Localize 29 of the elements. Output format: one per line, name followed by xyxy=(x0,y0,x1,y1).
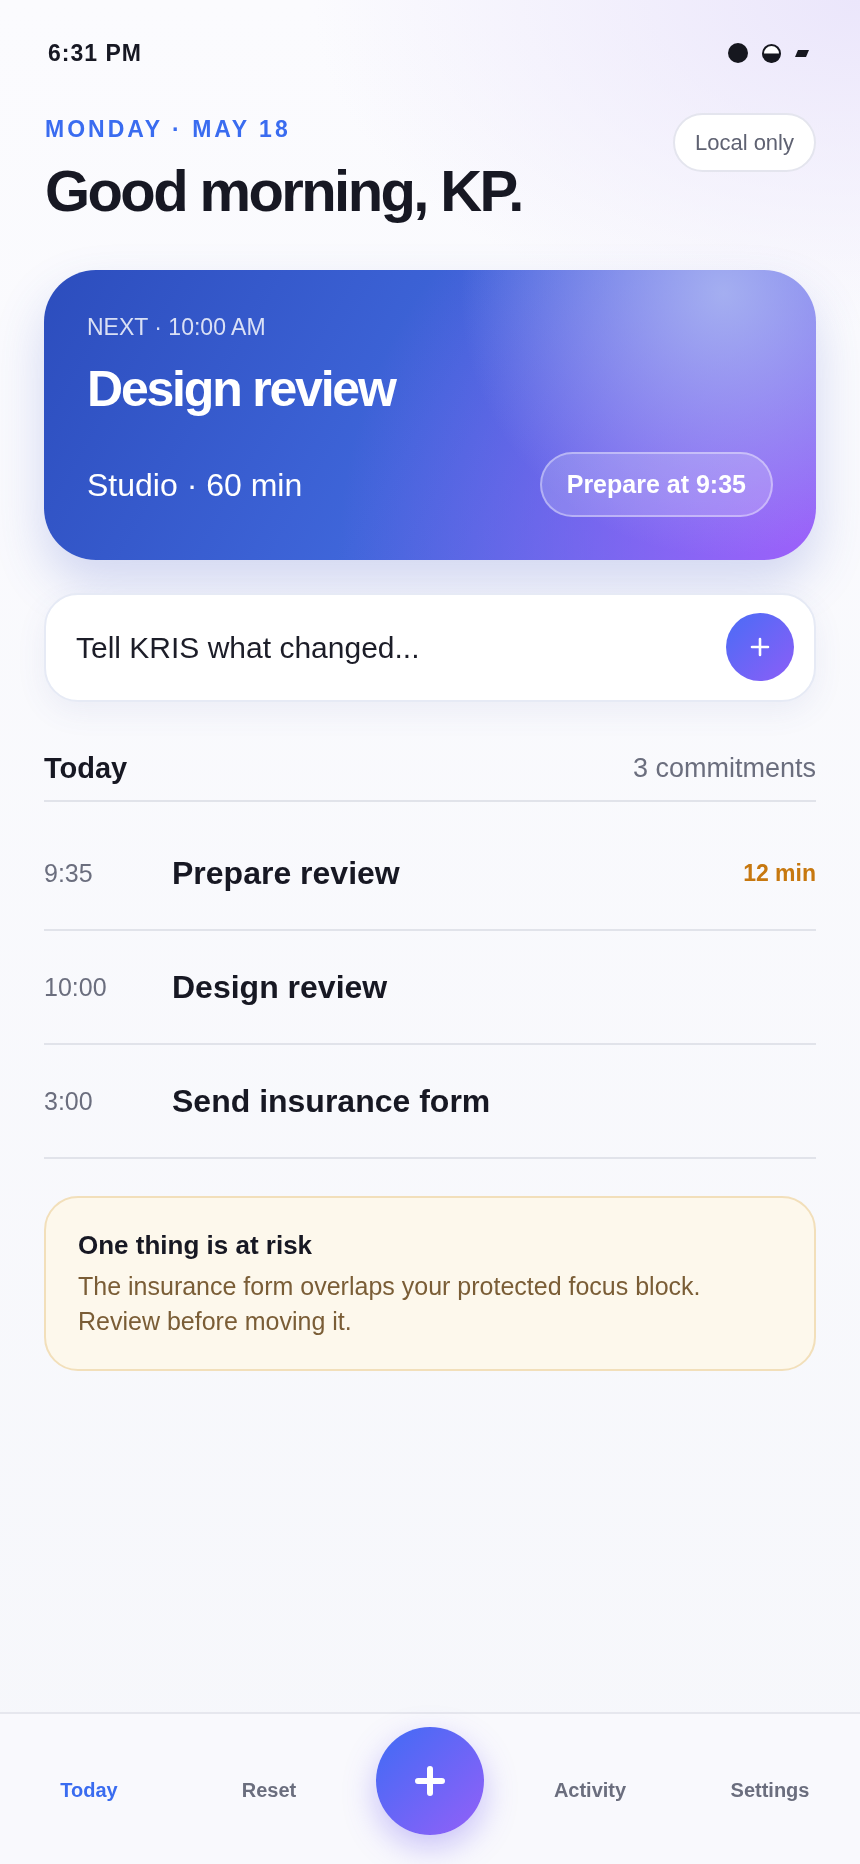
alert-message: The insurance form overlaps your protected focus block. Review before moving it. xyxy=(78,1271,702,1337)
nav-tab[interactable]: Settings xyxy=(720,1762,820,1818)
commitment-time: 10:00 xyxy=(44,972,108,1002)
date-label: MONDAY · MAY 18 xyxy=(45,115,291,143)
commitment-time: 3:00 xyxy=(44,1086,94,1116)
event-time-label: NEXT · 10:00 AM xyxy=(87,313,266,341)
commitment-count: 3 commitments xyxy=(632,752,816,785)
plus-icon xyxy=(750,637,770,657)
half-filled-circle-icon xyxy=(762,43,781,63)
greeting-heading: Good morning, KP. xyxy=(45,159,522,223)
slanted-bar-icon xyxy=(795,49,809,57)
prepare-button[interactable]: Prepare at 9:35 xyxy=(539,452,773,517)
duration-label: 12 min xyxy=(743,859,816,887)
commitment-title: Send insurance form xyxy=(172,1082,491,1120)
section-title: Today xyxy=(44,751,128,785)
commitment-time: 9:35 xyxy=(44,858,94,888)
plus-icon xyxy=(415,1766,445,1796)
commitment-title: Design review xyxy=(172,968,388,1006)
filled-circle-icon xyxy=(728,43,748,63)
status-time: 6:31 PM xyxy=(48,39,142,67)
nav-tab[interactable]: Activity xyxy=(543,1762,637,1818)
mode-badge: Local only xyxy=(672,113,816,172)
commitment-title: Prepare review xyxy=(172,854,400,892)
alert-title: One thing is at risk xyxy=(78,1229,313,1261)
event-details: Studio · 60 min xyxy=(87,465,303,504)
nav-tab[interactable]: Today xyxy=(50,1762,128,1818)
event-title: Design review xyxy=(87,360,395,418)
message-field[interactable]: Tell KRIS what changed... xyxy=(44,593,816,702)
nav-tab[interactable]: Reset xyxy=(231,1762,307,1818)
